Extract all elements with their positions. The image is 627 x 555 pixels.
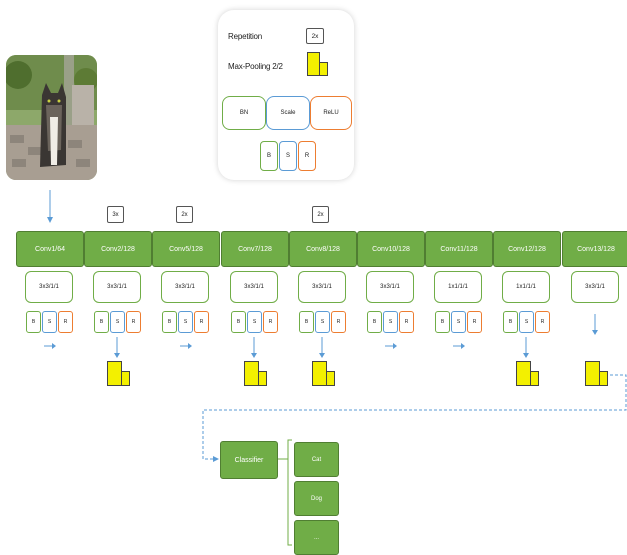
maxpool-small-icon xyxy=(121,371,130,386)
bsr-box-s: S xyxy=(315,311,330,333)
kernel-box: 3x3/1/1 xyxy=(25,271,73,303)
legend-pool-small-icon xyxy=(319,62,328,76)
legend-scale-box: Scale xyxy=(266,96,310,130)
legend-card: Repetition 2x Max-Pooling 2/2 BN Scale R… xyxy=(218,10,354,180)
conv-block: Conv5/128 xyxy=(152,231,220,267)
output-dog: Dog xyxy=(294,481,339,516)
flow-arrow xyxy=(180,343,192,349)
maxpool-small-icon xyxy=(258,371,267,386)
legend-repetition-label: Repetition xyxy=(228,32,263,41)
conv-block: Conv12/128 xyxy=(493,231,561,267)
bsr-box-r: R xyxy=(331,311,346,333)
conv-block: Conv11/128 xyxy=(425,231,493,267)
conv-block: Conv13/128 xyxy=(562,231,627,267)
bsr-box-s: S xyxy=(519,311,534,333)
bsr-box-b: B xyxy=(26,311,41,333)
maxpool-large-icon xyxy=(585,361,600,386)
cat-photo xyxy=(6,55,97,180)
maxpool-large-icon xyxy=(244,361,259,386)
flow-arrow xyxy=(592,314,598,335)
repeat-marker: 3x xyxy=(107,206,124,223)
kernel-box: 3x3/1/1 xyxy=(298,271,346,303)
bsr-box-s: S xyxy=(451,311,466,333)
legend-relu-box: ReLU xyxy=(310,96,352,130)
bsr-box-r: R xyxy=(194,311,209,333)
legend-b-box: B xyxy=(260,141,278,171)
kernel-box: 3x3/1/1 xyxy=(230,271,278,303)
kernel-box: 3x3/1/1 xyxy=(366,271,414,303)
repeat-marker: 2x xyxy=(312,206,329,223)
conv-block: Conv1/64 xyxy=(16,231,84,267)
bsr-box-b: B xyxy=(435,311,450,333)
conv-block: Conv10/128 xyxy=(357,231,425,267)
bsr-box-s: S xyxy=(110,311,125,333)
maxpool-small-icon xyxy=(530,371,539,386)
bsr-box-s: S xyxy=(247,311,262,333)
conv-block: Conv8/128 xyxy=(289,231,357,267)
conv-block: Conv2/128 xyxy=(84,231,152,267)
legend-s-box: S xyxy=(279,141,297,171)
flow-arrow xyxy=(385,343,397,349)
legend-maxpool-label: Max-Pooling 2/2 xyxy=(228,62,283,71)
bsr-box-b: B xyxy=(94,311,109,333)
legend-bn-box: BN xyxy=(222,96,266,130)
kernel-box: 3x3/1/1 xyxy=(571,271,619,303)
kernel-box: 1x1/1/1 xyxy=(502,271,550,303)
bsr-box-r: R xyxy=(263,311,278,333)
bsr-box-r: R xyxy=(58,311,73,333)
kernel-box: 3x3/1/1 xyxy=(161,271,209,303)
flow-arrow xyxy=(44,343,56,349)
maxpool-large-icon xyxy=(312,361,327,386)
kernel-box: 1x1/1/1 xyxy=(434,271,482,303)
classifier-block: Classifier xyxy=(220,441,278,479)
output-bracket xyxy=(287,439,292,546)
bsr-box-r: R xyxy=(126,311,141,333)
bsr-box-b: B xyxy=(162,311,177,333)
output-cat: Cat xyxy=(294,442,339,477)
conv-block: Conv7/128 xyxy=(221,231,289,267)
bsr-box-b: B xyxy=(367,311,382,333)
bsr-box-r: R xyxy=(535,311,550,333)
bsr-box-b: B xyxy=(231,311,246,333)
bsr-box-s: S xyxy=(178,311,193,333)
maxpool-large-icon xyxy=(107,361,122,386)
bsr-box-b: B xyxy=(503,311,518,333)
bsr-box-r: R xyxy=(467,311,482,333)
maxpool-small-icon xyxy=(599,371,608,386)
output-more: ... xyxy=(294,520,339,555)
bsr-box-b: B xyxy=(299,311,314,333)
bsr-box-s: S xyxy=(42,311,57,333)
bsr-box-r: R xyxy=(399,311,414,333)
bsr-box-s: S xyxy=(383,311,398,333)
legend-repetition-box: 2x xyxy=(306,28,324,44)
maxpool-small-icon xyxy=(326,371,335,386)
maxpool-large-icon xyxy=(516,361,531,386)
repeat-marker: 2x xyxy=(176,206,193,223)
kernel-box: 3x3/1/1 xyxy=(93,271,141,303)
legend-r-box: R xyxy=(298,141,316,171)
flow-arrow xyxy=(453,343,465,349)
